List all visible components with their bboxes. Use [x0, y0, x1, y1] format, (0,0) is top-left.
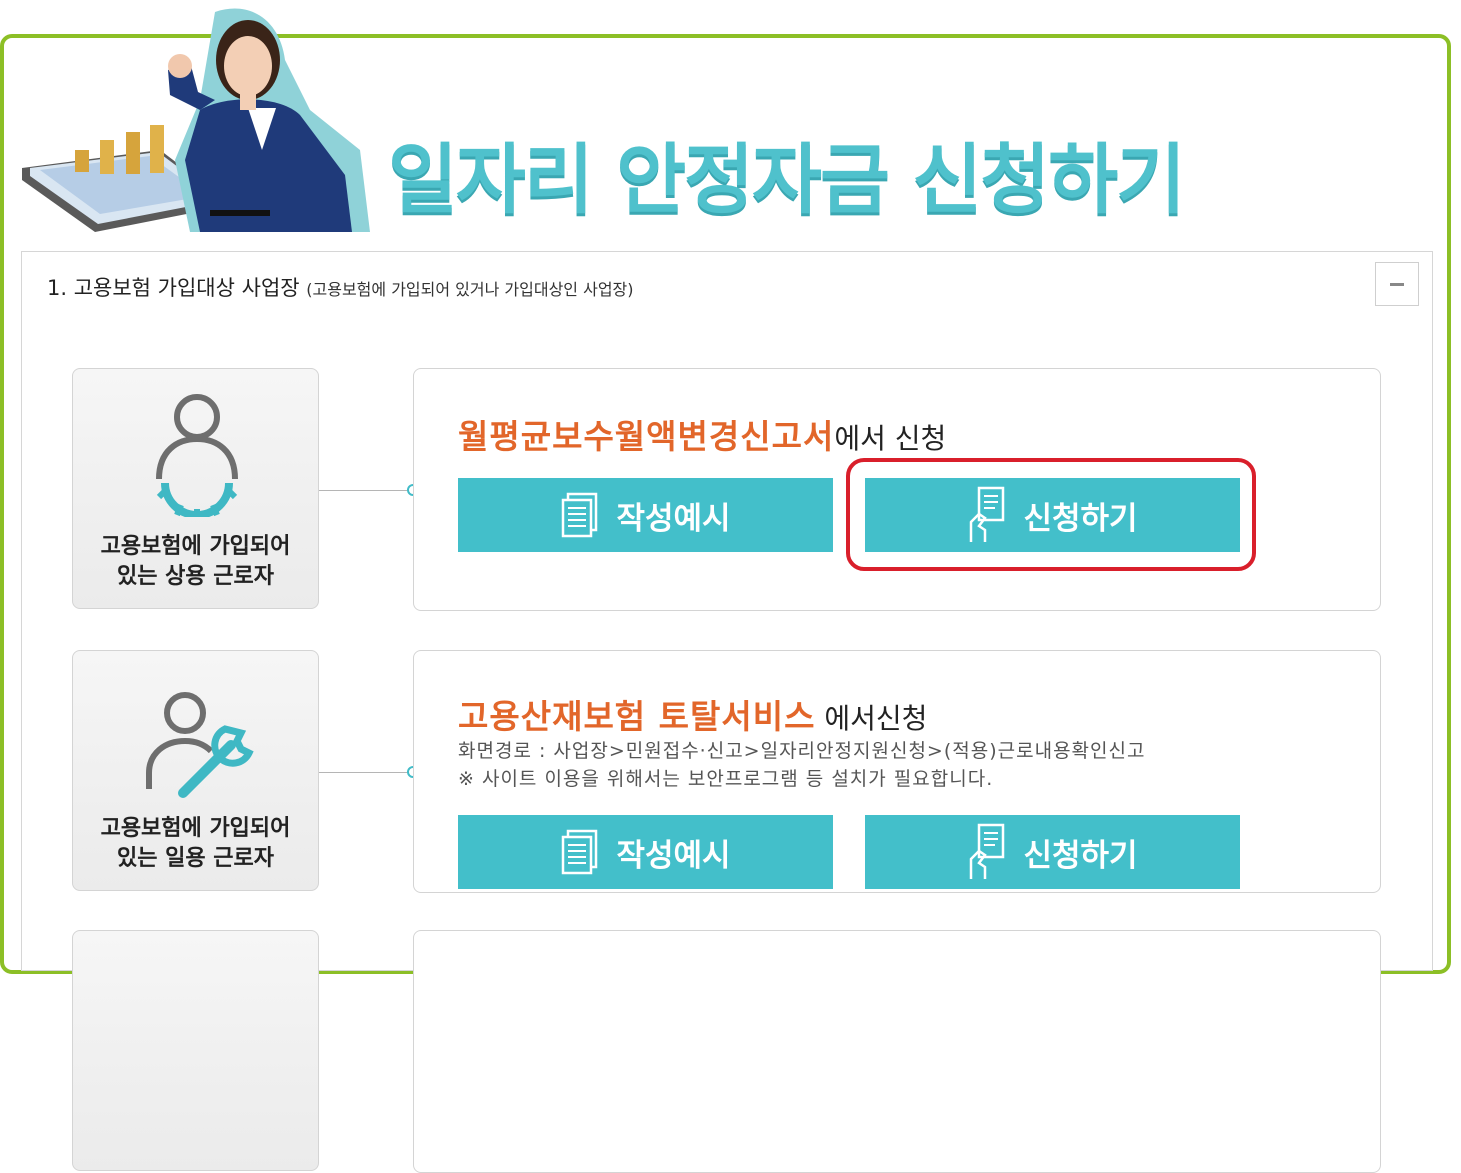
- category-daily-worker: 고용보험에 가입되어 있는 일용 근로자: [72, 650, 319, 891]
- person-gear-icon: [145, 387, 255, 519]
- category-label-line2: 있는 상용 근로자: [117, 564, 274, 589]
- category-regular-worker: 고용보험에 가입되어 있는 상용 근로자: [72, 368, 319, 609]
- example-button-label: 작성예시: [616, 500, 731, 537]
- service-name-link: 고용산재보험 토탈서비스: [458, 697, 816, 736]
- hand-document-icon: [970, 823, 1005, 879]
- apply-button-label: 신청하기: [1023, 837, 1138, 874]
- panel-title: 월평균보수월액변경신고서에서 신청: [458, 410, 946, 458]
- hero-illustration: [0, 0, 380, 232]
- category-label: 고용보험에 가입되어 있는 일용 근로자: [73, 814, 318, 874]
- panel-title-suffix: 에서 신청: [834, 422, 947, 455]
- category-label-line1: 고용보험에 가입되어: [100, 534, 291, 559]
- security-notice-text: ※ 사이트 이용을 위해서는 보안프로그램 등 설치가 필요합니다.: [458, 768, 994, 790]
- panel-title-suffix: 에서신청: [815, 702, 928, 735]
- example-button-label: 작성예시: [616, 837, 731, 874]
- highlight-box: [846, 458, 1256, 571]
- person-wrench-icon: [145, 669, 255, 799]
- apply-button[interactable]: 신청하기: [865, 815, 1240, 889]
- connector-line: [319, 490, 413, 491]
- example-button[interactable]: 작성예시: [458, 815, 833, 889]
- apply-panel-3: [413, 930, 1381, 1173]
- category-label-line1: 고용보험에 가입되어: [100, 816, 291, 841]
- category-label: 고용보험에 가입되어 있는 상용 근로자: [73, 532, 318, 592]
- connector-line: [319, 772, 413, 773]
- section-title: 1. 고용보험 가입대상 사업장: [47, 276, 300, 300]
- document-icon: [562, 492, 598, 538]
- section-subtitle: (고용보험에 가입되어 있거나 가입대상인 사업장): [306, 280, 634, 299]
- example-button[interactable]: 작성예시: [458, 478, 833, 552]
- panel-title: 고용산재보험 토탈서비스 에서신청: [458, 690, 927, 738]
- navigation-path-text: 화면경로 : 사업장>민원접수·신고>일자리안정지원신청>(적용)근로내용확인신…: [458, 740, 1146, 762]
- page-title: 일자리 안정자금 신청하기: [388, 135, 1186, 224]
- form-name-link: 월평균보수월액변경신고서: [458, 417, 835, 456]
- document-icon: [562, 829, 598, 875]
- category-box-partial: [72, 930, 319, 1171]
- category-label-line2: 있는 일용 근로자: [117, 846, 274, 871]
- collapse-button[interactable]: [1375, 262, 1419, 306]
- section-heading: 1. 고용보험 가입대상 사업장 (고용보험에 가입되어 있거나 가입대상인 사…: [47, 272, 634, 302]
